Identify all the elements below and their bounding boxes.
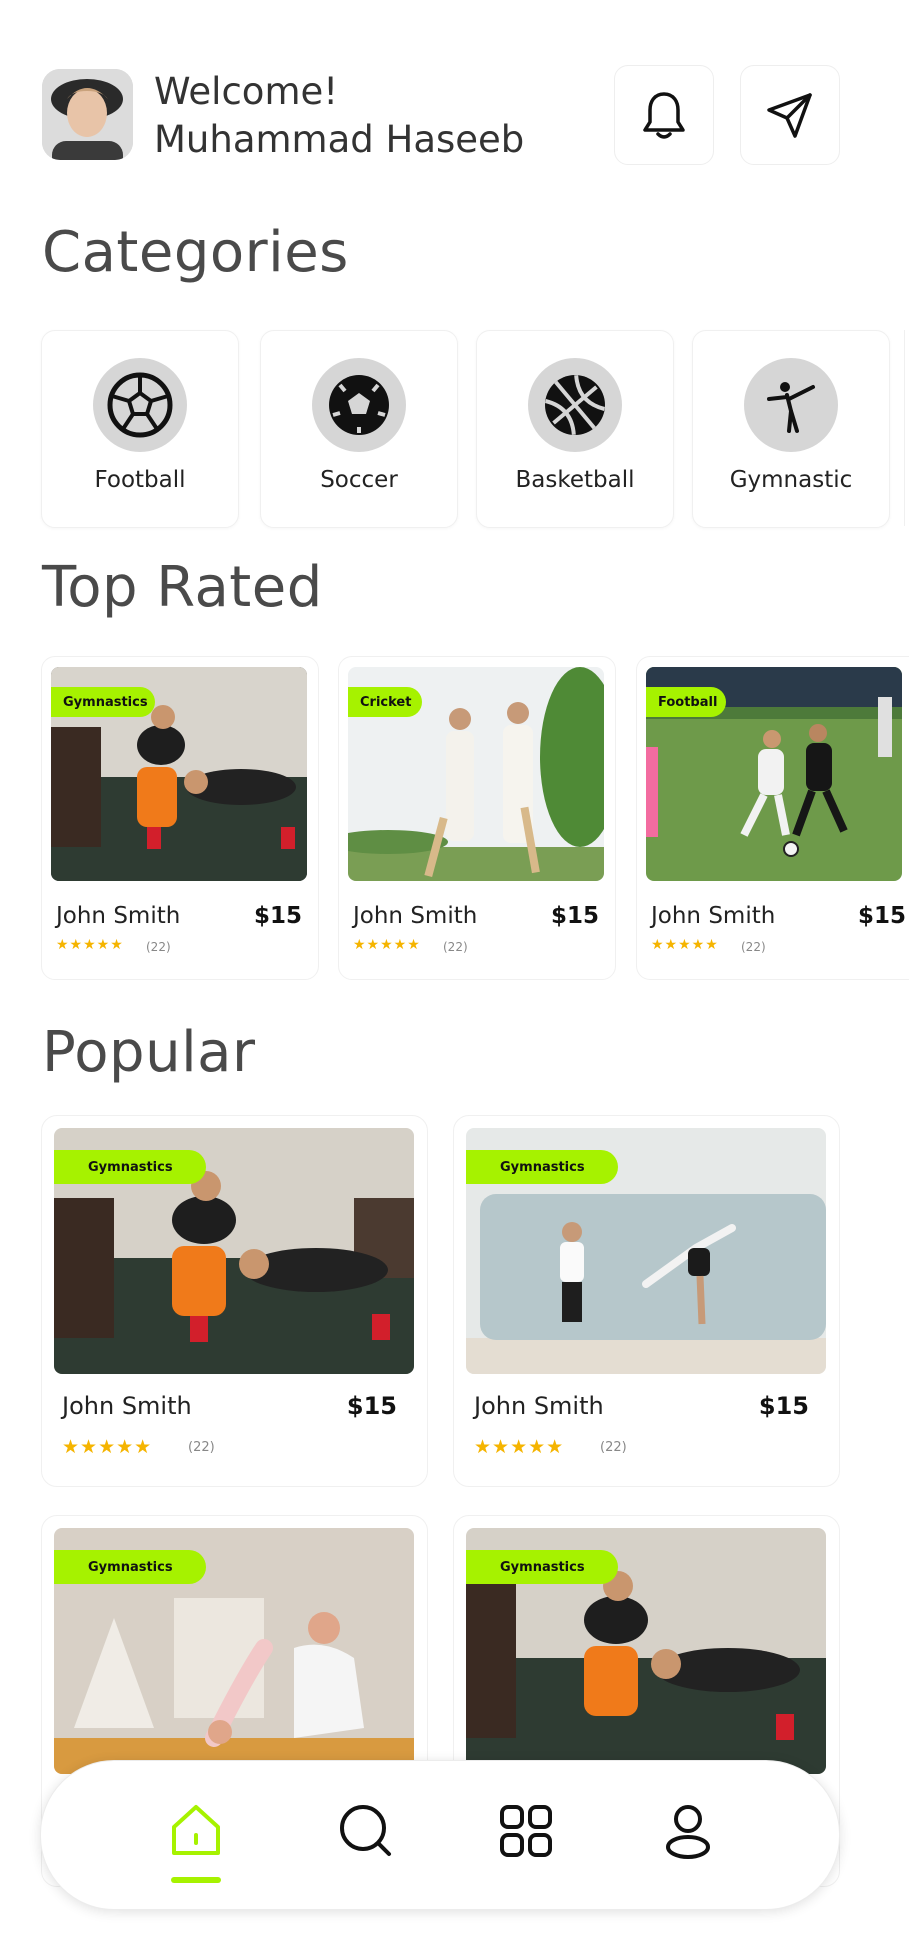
price: $15 — [550, 903, 599, 929]
rating-stars: ★★★★★ — [474, 1436, 565, 1458]
gymnastics-photo: Gymnastics — [466, 1128, 826, 1374]
category-basketball[interactable]: Basketball — [476, 330, 674, 528]
category-label: Basketball — [515, 467, 635, 493]
category-label: Gymnastic — [729, 467, 853, 493]
rating-count: (22) — [188, 1440, 215, 1455]
category-card-next[interactable] — [904, 330, 909, 526]
price: $15 — [253, 903, 302, 929]
price: $15 — [857, 903, 906, 929]
coach-name: John Smith — [474, 1392, 604, 1420]
rating-count: (22) — [146, 940, 171, 954]
popular-card[interactable]: Gymnastics John Smith $15 ★★★★★ (22) — [453, 1115, 840, 1487]
category-badge: Cricket — [348, 687, 422, 717]
bottom-nav — [40, 1760, 840, 1910]
rating-stars: ★★★★★ — [353, 937, 421, 953]
category-badge: Gymnastics — [51, 687, 155, 717]
rating-count: (22) — [443, 940, 468, 954]
rating-stars: ★★★★★ — [651, 937, 719, 953]
coach-name: John Smith — [651, 903, 776, 929]
avatar[interactable] — [42, 69, 133, 160]
username: Muhammad Haseeb — [154, 118, 525, 161]
top-rated-card[interactable]: Gymnastics John Smith $15 ★★★★★ (22) — [41, 656, 319, 980]
avatar-photo — [42, 69, 133, 160]
category-badge: Gymnastics — [54, 1150, 206, 1184]
nav-active-indicator — [171, 1877, 221, 1883]
top-rated-title: Top Rated — [42, 555, 323, 620]
notifications-button[interactable] — [614, 65, 714, 165]
category-badge: Football — [646, 687, 726, 717]
rating-count: (22) — [600, 1440, 627, 1455]
football-photo: Football — [646, 667, 902, 881]
grid-icon — [500, 1805, 552, 1857]
coach-name: John Smith — [56, 903, 181, 929]
category-label: Soccer — [320, 467, 398, 493]
nav-grid[interactable] — [491, 1791, 561, 1871]
search-icon — [340, 1805, 391, 1856]
bell-icon — [643, 92, 685, 139]
category-gymnastic[interactable]: Gymnastic — [692, 330, 890, 528]
popular-title: Popular — [42, 1020, 256, 1085]
gymnastics-photo: Gymnastics — [54, 1528, 414, 1774]
send-icon — [767, 93, 812, 138]
top-rated-card[interactable]: Football John Smith $15 ★★★★★ (22) — [636, 656, 909, 980]
top-rated-card[interactable]: Cricket John Smith $15 ★★★★★ (22) — [338, 656, 616, 980]
category-badge: Gymnastics — [54, 1550, 206, 1584]
category-badge: Gymnastics — [466, 1150, 618, 1184]
home-icon — [172, 1805, 220, 1855]
nav-home[interactable] — [161, 1791, 231, 1871]
rating-stars: ★★★★★ — [62, 1436, 153, 1458]
category-soccer[interactable]: Soccer — [260, 330, 458, 528]
gymnastics-photo: Gymnastics — [51, 667, 307, 881]
price: $15 — [758, 1392, 809, 1420]
football-icon — [93, 358, 187, 452]
coach-name: John Smith — [62, 1392, 192, 1420]
welcome-text: Welcome! — [154, 70, 339, 113]
soccer-ball-icon — [312, 358, 406, 452]
gymnastics-photo: Gymnastics — [54, 1128, 414, 1374]
rating-count: (22) — [741, 940, 766, 954]
gymnastics-photo: Gymnastics — [466, 1528, 826, 1774]
profile-icon — [666, 1805, 710, 1859]
category-football[interactable]: Football — [41, 330, 239, 528]
gymnast-icon — [744, 358, 838, 452]
messages-button[interactable] — [740, 65, 840, 165]
basketball-icon — [528, 358, 622, 452]
nav-search[interactable] — [331, 1791, 401, 1871]
coach-name: John Smith — [353, 903, 478, 929]
price: $15 — [346, 1392, 397, 1420]
category-badge: Gymnastics — [466, 1550, 618, 1584]
nav-profile[interactable] — [653, 1791, 723, 1871]
category-label: Football — [94, 467, 186, 493]
popular-card[interactable]: Gymnastics John Smith $15 ★★★★★ (22) — [41, 1115, 428, 1487]
cricket-photo: Cricket — [348, 667, 604, 881]
categories-title: Categories — [42, 220, 349, 285]
rating-stars: ★★★★★ — [56, 937, 124, 953]
